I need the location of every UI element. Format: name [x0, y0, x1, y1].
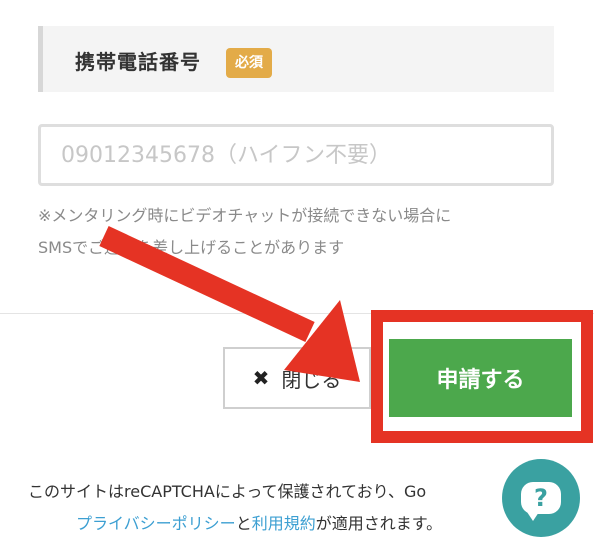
phone-number-input[interactable]	[38, 124, 554, 186]
applies-text: が適用されます。	[315, 514, 443, 533]
field-header-phone: 携帯電話番号 必須	[38, 26, 554, 92]
privacy-policy-link[interactable]: プライバシーポリシー	[76, 514, 236, 533]
required-badge: 必須	[226, 48, 272, 78]
close-button[interactable]: ✖ 閉じる	[223, 347, 371, 409]
and-text: と	[235, 514, 252, 533]
note-line-1: ※メンタリング時にビデオチャットが接続できない場合に	[38, 206, 452, 225]
recaptcha-links: プライバシーポリシーと利用規約が適用されます。	[76, 508, 442, 540]
field-label: 携帯電話番号	[75, 50, 201, 74]
terms-link[interactable]: 利用規約	[252, 514, 316, 533]
help-glyph: ?	[534, 484, 548, 512]
help-chat-button[interactable]: ?	[502, 459, 580, 537]
help-chat-icon: ?	[521, 482, 561, 521]
close-button-label: 閉じる	[281, 367, 342, 392]
recaptcha-notice: このサイトはreCAPTCHAによって保護されており、Go	[28, 482, 427, 501]
close-icon: ✖	[252, 366, 270, 390]
highlight-annotation-box	[371, 310, 593, 443]
phone-note: ※メンタリング時にビデオチャットが接続できない場合に SMSでご連絡を差し上げる…	[38, 200, 558, 264]
note-line-2: SMSでご連絡を差し上げることがあります	[38, 238, 345, 257]
